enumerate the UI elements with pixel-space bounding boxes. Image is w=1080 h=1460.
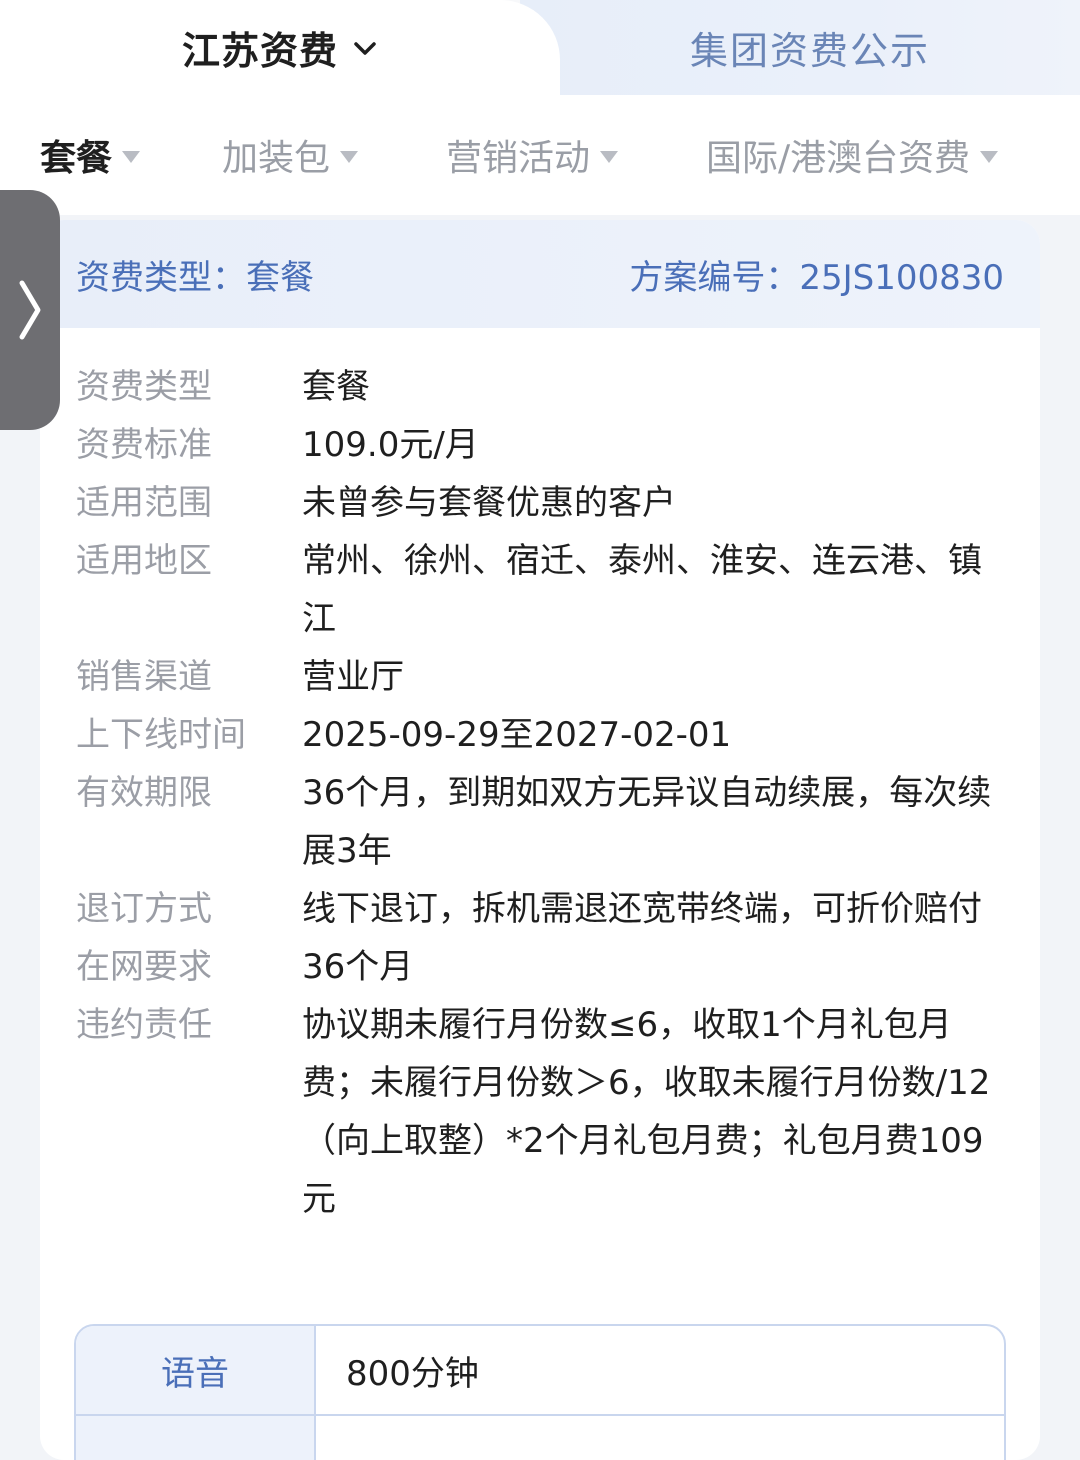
- detail-row-channel: 销售渠道 营业厅: [40, 648, 1040, 706]
- card-header: 资费类型：套餐 方案编号：25JS100830: [40, 220, 1040, 328]
- detail-row-price: 资费标准 109.0元/月: [40, 416, 1040, 474]
- tariff-type-label: 资费类型：套餐: [76, 257, 314, 298]
- detail-key: 资费标准: [76, 425, 212, 465]
- tab-jiangsu-tariff-label: 江苏资费: [181, 29, 338, 73]
- detail-value: 常州、徐州、宿迁、泰州、淮安、连云港、镇江: [302, 541, 982, 639]
- tariff-card: 资费类型：套餐 方案编号：25JS100830 资费类型 套餐 资费标准 109…: [40, 220, 1040, 1460]
- detail-value: 协议期未履行月份数≤6，收取1个月礼包月费；未履行月份数＞6，收取未履行月份数/…: [302, 1005, 991, 1219]
- detail-row-penalty: 违约责任 协议期未履行月份数≤6，收取1个月礼包月费；未履行月份数＞6，收取未履…: [40, 996, 1040, 1228]
- triangle-down-icon: [340, 151, 359, 163]
- detail-key: 资费类型: [76, 367, 212, 407]
- table-row: 语音 800分钟: [76, 1326, 1004, 1416]
- detail-key: 适用范围: [76, 483, 212, 523]
- detail-value: 营业厅: [302, 657, 404, 697]
- detail-row-tenure: 在网要求 36个月: [40, 938, 1040, 996]
- category-tabs: 套餐 加装包 营销活动 国际/港澳台资费: [0, 95, 1080, 215]
- tab-group-tariff[interactable]: 集团资费公示: [520, 0, 1080, 95]
- detail-key: 销售渠道: [76, 657, 212, 697]
- detail-value: 未曾参与套餐优惠的客户: [302, 483, 676, 523]
- triangle-down-icon: [980, 151, 999, 163]
- table-row: [76, 1416, 1004, 1460]
- detail-value: 109.0元/月: [302, 425, 479, 465]
- detail-value: 线下退订，拆机需退还宽带终端，可折价赔付: [302, 889, 982, 929]
- detail-key: 有效期限: [76, 773, 212, 813]
- detail-value: 36个月: [302, 947, 414, 987]
- tab-package-label: 套餐: [40, 138, 113, 179]
- plan-number-label: 方案编号：25JS100830: [629, 257, 1004, 298]
- detail-key: 退订方式: [76, 889, 212, 929]
- detail-value: 2025-09-29至2027-02-01: [302, 715, 732, 755]
- detail-value: 套餐: [302, 367, 370, 407]
- table-row-key: 语音: [76, 1326, 316, 1414]
- detail-row-scope: 适用范围 未曾参与套餐优惠的客户: [40, 474, 1040, 532]
- detail-key: 上下线时间: [76, 715, 246, 755]
- tab-group-tariff-label: 集团资费公示: [689, 29, 930, 73]
- detail-key: 适用地区: [76, 541, 212, 581]
- chevron-down-icon: [354, 41, 376, 55]
- table-row-value: [316, 1416, 1004, 1460]
- tab-addon-label: 加装包: [222, 138, 331, 179]
- tariff-details: 资费类型 套餐 资费标准 109.0元/月 适用范围 未曾参与套餐优惠的客户 适…: [40, 328, 1040, 1228]
- chevron-right-icon: [19, 280, 41, 340]
- detail-row-region: 适用地区 常州、徐州、宿迁、泰州、淮安、连云港、镇江: [40, 532, 1040, 648]
- triangle-down-icon: [122, 151, 141, 163]
- side-drawer-handle[interactable]: [0, 190, 60, 430]
- detail-row-validity: 有效期限 36个月，到期如双方无异议自动续展，每次续展3年: [40, 764, 1040, 880]
- tab-marketing[interactable]: 营销活动: [446, 95, 619, 215]
- detail-key: 在网要求: [76, 947, 212, 987]
- table-row-value: 800分钟: [346, 1353, 479, 1394]
- detail-row-unsubscribe: 退订方式 线下退订，拆机需退还宽带终端，可折价赔付: [40, 880, 1040, 938]
- tab-package[interactable]: 套餐: [40, 95, 141, 215]
- tab-international-label: 国际/港澳台资费: [706, 138, 971, 179]
- triangle-down-icon: [600, 151, 619, 163]
- region-tabs: 江苏资费 集团资费公示: [0, 0, 1080, 95]
- detail-value: 36个月，到期如双方无异议自动续展，每次续展3年: [302, 773, 992, 871]
- tab-international[interactable]: 国际/港澳台资费: [706, 95, 999, 215]
- detail-row-period: 上下线时间 2025-09-29至2027-02-01: [40, 706, 1040, 764]
- tab-jiangsu-tariff[interactable]: 江苏资费: [0, 0, 560, 95]
- detail-row-type: 资费类型 套餐: [40, 358, 1040, 416]
- tab-marketing-label: 营销活动: [446, 138, 591, 179]
- table-row-key: [76, 1416, 316, 1460]
- detail-key: 违约责任: [76, 1005, 212, 1045]
- tab-addon[interactable]: 加装包: [222, 95, 359, 215]
